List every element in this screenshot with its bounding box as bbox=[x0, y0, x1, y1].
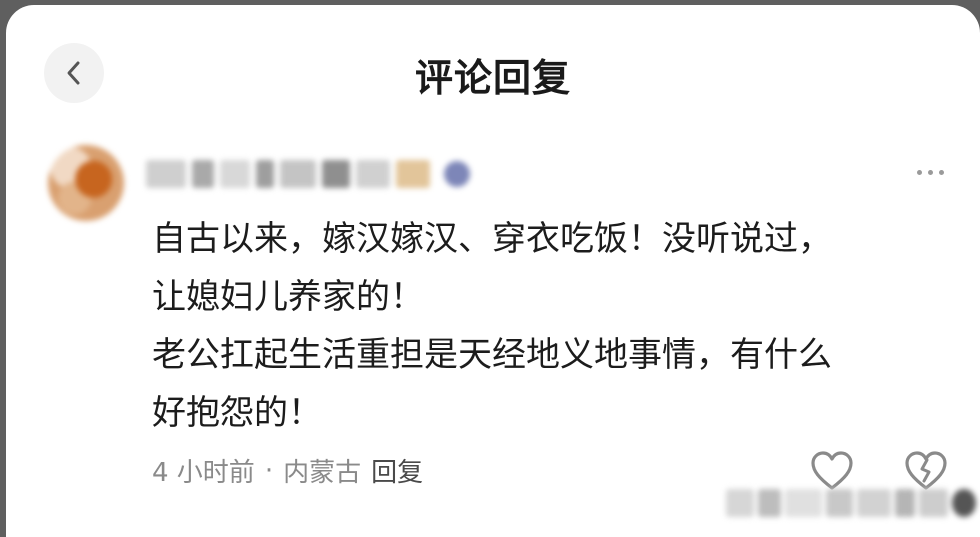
comment-line: 老公扛起生活重担是天经地义地事情，有什么 bbox=[152, 335, 832, 375]
watermark bbox=[726, 485, 976, 521]
comment-location: 内蒙古 bbox=[283, 458, 362, 488]
more-horizontal-icon[interactable] bbox=[910, 160, 950, 184]
comment-time: 4 小时前 bbox=[152, 458, 255, 488]
comment-line: 让媳妇儿养家的！ bbox=[152, 277, 424, 317]
comment-line: 好抱怨的！ bbox=[152, 393, 322, 433]
comment-line: 自古以来，嫁汉嫁汉、穿衣吃饭！没听说过， bbox=[152, 219, 832, 259]
meta-separator: · bbox=[264, 455, 274, 486]
comment-reply-sheet: 评论回复 自古以来，嫁汉嫁汉、穿衣吃饭！没听说过， 让媳妇儿养家的！ 老公扛起生… bbox=[6, 5, 980, 537]
page-title: 评论回复 bbox=[414, 56, 571, 100]
comment-text: 自古以来，嫁汉嫁汉、穿衣吃饭！没听说过， 让媳妇儿养家的！ 老公扛起生活重担是天… bbox=[152, 210, 942, 442]
comment-meta: 4 小时前 · 内蒙古 回复 bbox=[152, 452, 423, 489]
avatar[interactable] bbox=[48, 145, 124, 221]
reply-button[interactable]: 回复 bbox=[371, 452, 423, 489]
username[interactable] bbox=[146, 153, 470, 195]
